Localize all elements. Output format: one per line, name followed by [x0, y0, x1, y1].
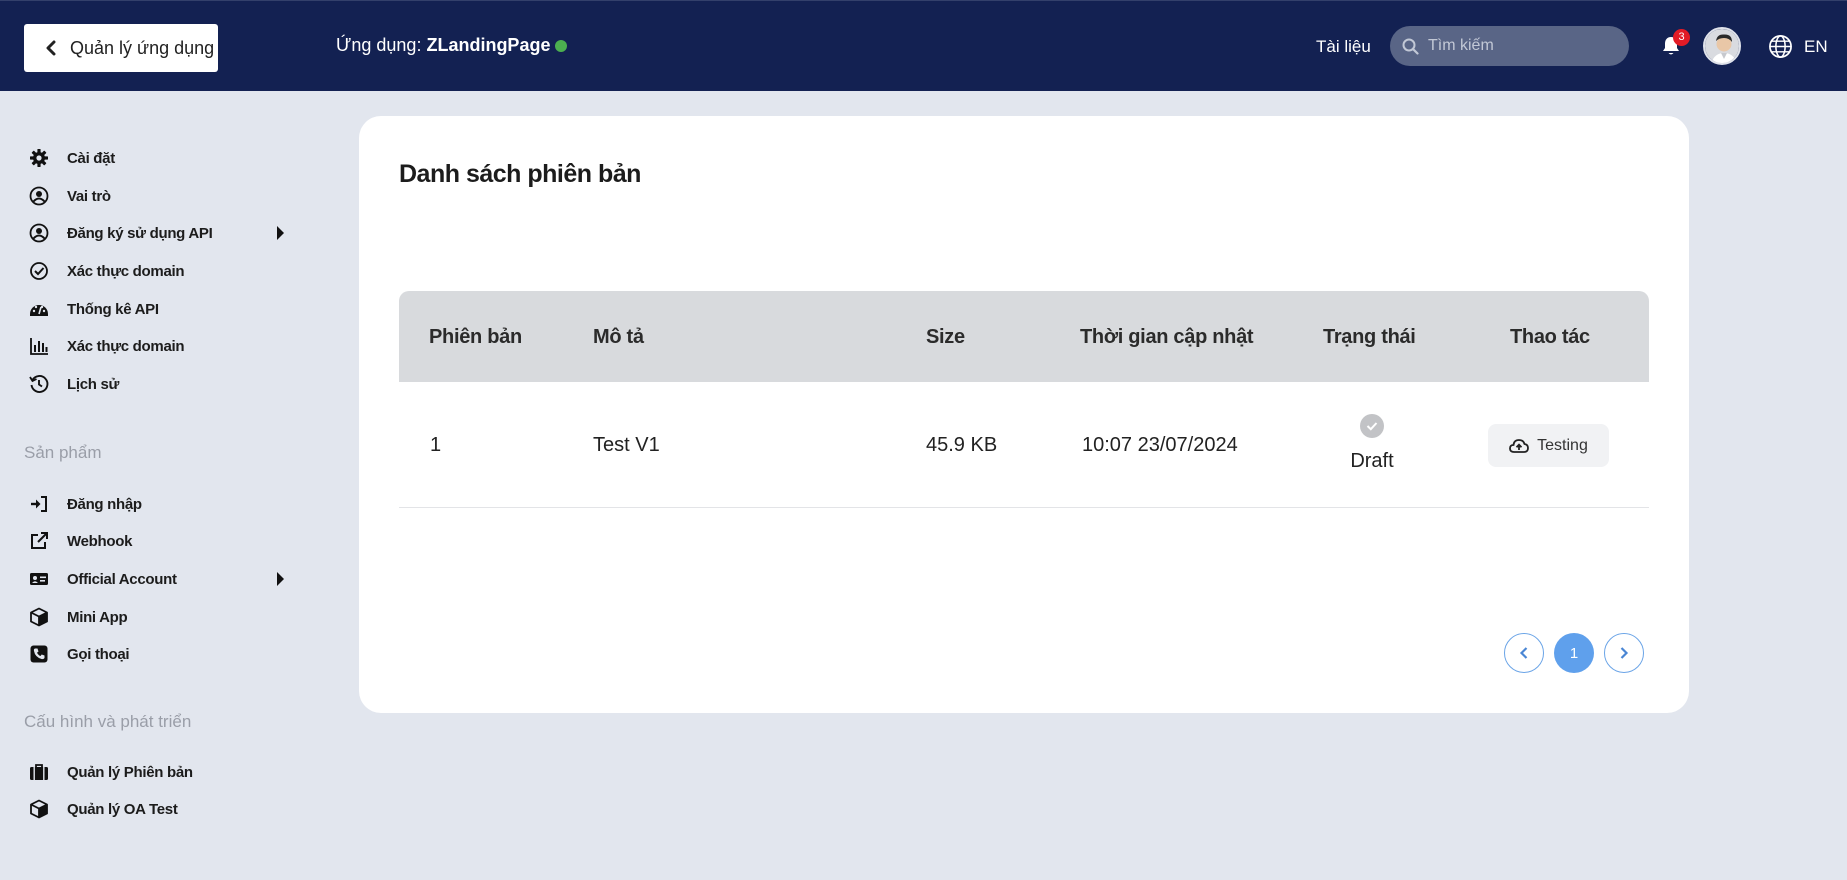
- docs-link[interactable]: Tài liệu: [1316, 37, 1371, 57]
- sidebar-item-oa-test-management[interactable]: Quản lý OA Test: [28, 796, 284, 822]
- sidebar-item-label: Quản lý OA Test: [67, 800, 178, 818]
- column-header-description: Mô tả: [593, 326, 644, 348]
- caret-right-icon[interactable]: [277, 572, 284, 586]
- sidebar-item-history[interactable]: Lịch sử: [28, 371, 284, 397]
- sidebar-item-label: Gọi thoại: [67, 645, 130, 663]
- sidebar-item-label: Lịch sử: [67, 375, 120, 393]
- sidebar-item-label: Đăng nhập: [67, 495, 142, 513]
- back-button-label: Quản lý ứng dụng: [70, 37, 215, 58]
- external-link-icon: [28, 531, 50, 551]
- sidebar-item-api-stats[interactable]: Thống kê API: [28, 296, 284, 322]
- app-name: ZLandingPage: [426, 35, 551, 55]
- sidebar-item-label: Webhook: [67, 532, 133, 550]
- sidebar-item-domain-verify-2[interactable]: Xác thực domain: [28, 333, 284, 359]
- testing-button[interactable]: Testing: [1488, 424, 1609, 467]
- history-icon: [28, 374, 50, 394]
- sidebar-item-official-account[interactable]: Official Account: [28, 566, 284, 592]
- sidebar-item-label: Xác thực domain: [67, 337, 185, 355]
- gauge-icon: [28, 299, 50, 319]
- sidebar-item-api-registration[interactable]: Đăng ký sử dụng API: [28, 220, 284, 246]
- cell-description: Test V1: [593, 434, 660, 456]
- id-card-icon: [28, 569, 50, 589]
- search-icon: [1402, 38, 1419, 55]
- app-prefix: Ứng dụng:: [336, 35, 422, 55]
- language-label: EN: [1804, 36, 1828, 56]
- user-circle-icon: [28, 223, 50, 243]
- sidebar-item-label: Xác thực domain: [67, 262, 185, 280]
- chevron-left-icon: [1519, 647, 1528, 659]
- sign-in-icon: [28, 494, 50, 514]
- sidebar-item-login[interactable]: Đăng nhập: [28, 491, 284, 517]
- user-circle-icon: [28, 186, 50, 206]
- language-switcher[interactable]: EN: [1768, 34, 1828, 59]
- table-header: Phiên bản Mô tả Size Thời gian cập nhật …: [399, 291, 1649, 382]
- sidebar-item-domain-verify[interactable]: Xác thực domain: [28, 258, 284, 284]
- cube-icon: [28, 799, 50, 819]
- sidebar-item-version-management[interactable]: Quản lý Phiên bản: [28, 759, 284, 785]
- check-circle-icon: [28, 261, 50, 281]
- cell-version: 1: [430, 434, 442, 456]
- back-to-apps-button[interactable]: Quản lý ứng dụng: [24, 24, 218, 72]
- chevron-left-icon: [46, 40, 56, 56]
- column-header-size: Size: [926, 326, 965, 348]
- cell-updated: 10:07 23/07/2024: [1082, 434, 1238, 456]
- briefcase-icon: [28, 762, 50, 782]
- cell-status: Draft: [1342, 414, 1402, 473]
- sidebar-item-label: Thống kê API: [67, 300, 159, 318]
- column-header-updated: Thời gian cập nhật: [1080, 326, 1254, 348]
- sidebar-item-webhook[interactable]: Webhook: [28, 528, 284, 554]
- section-title-config: Cấu hình và phát triển: [24, 712, 192, 731]
- chevron-right-icon: [1620, 647, 1629, 659]
- sidebar-item-settings[interactable]: Cài đặt: [28, 145, 284, 171]
- sidebar-item-mini-app[interactable]: Mini App: [28, 604, 284, 630]
- version-list-card: Danh sách phiên bản Phiên bản Mô tả Size…: [359, 116, 1689, 713]
- page-title: Danh sách phiên bản: [399, 160, 641, 188]
- pagination-prev-button[interactable]: [1504, 633, 1544, 673]
- column-header-actions: Thao tác: [1510, 326, 1590, 348]
- app-status-dot: [555, 39, 568, 52]
- testing-button-label: Testing: [1537, 436, 1588, 454]
- check-circle-icon: [1360, 414, 1384, 438]
- sidebar-item-label: Vai trò: [67, 187, 111, 205]
- sidebar-item-label: Mini App: [67, 608, 128, 626]
- sidebar-item-label: Quản lý Phiên bản: [67, 763, 193, 781]
- section-title-products: Sản phẩm: [24, 443, 102, 462]
- sidebar-item-label: Cài đặt: [67, 149, 115, 167]
- cell-size: 45.9 KB: [926, 434, 998, 456]
- pagination-page-current[interactable]: 1: [1554, 633, 1594, 673]
- column-header-version: Phiên bản: [429, 326, 522, 348]
- pagination-next-button[interactable]: [1604, 633, 1644, 673]
- app-info: Ứng dụng: ZLandingPage: [336, 35, 568, 56]
- phone-icon: [28, 644, 50, 664]
- avatar[interactable]: [1703, 27, 1741, 65]
- sidebar-item-roles[interactable]: Vai trò: [28, 183, 284, 209]
- table-row: 1 Test V1 45.9 KB 10:07 23/07/2024 Draft…: [399, 382, 1649, 508]
- search-box[interactable]: [1390, 26, 1629, 66]
- sidebar-item-label: Official Account: [67, 570, 177, 588]
- notification-count-badge: 3: [1673, 29, 1690, 46]
- version-table: Phiên bản Mô tả Size Thời gian cập nhật …: [399, 291, 1649, 508]
- top-bar: Quản lý ứng dụng Ứng dụng: ZLandingPage …: [0, 0, 1847, 91]
- cloud-upload-icon: [1509, 438, 1530, 453]
- gear-icon: [28, 148, 50, 168]
- status-label: Draft: [1350, 450, 1394, 472]
- sidebar-item-label: Đăng ký sử dụng API: [67, 224, 213, 242]
- cube-icon: [28, 607, 50, 627]
- globe-icon: [1769, 35, 1792, 58]
- avatar-image: [1705, 29, 1739, 63]
- sidebar-item-voice-call[interactable]: Gọi thoại: [28, 641, 284, 667]
- bar-chart-icon: [28, 336, 50, 356]
- caret-right-icon[interactable]: [277, 226, 284, 240]
- search-input[interactable]: [1428, 37, 1608, 55]
- column-header-status: Trạng thái: [1323, 326, 1416, 348]
